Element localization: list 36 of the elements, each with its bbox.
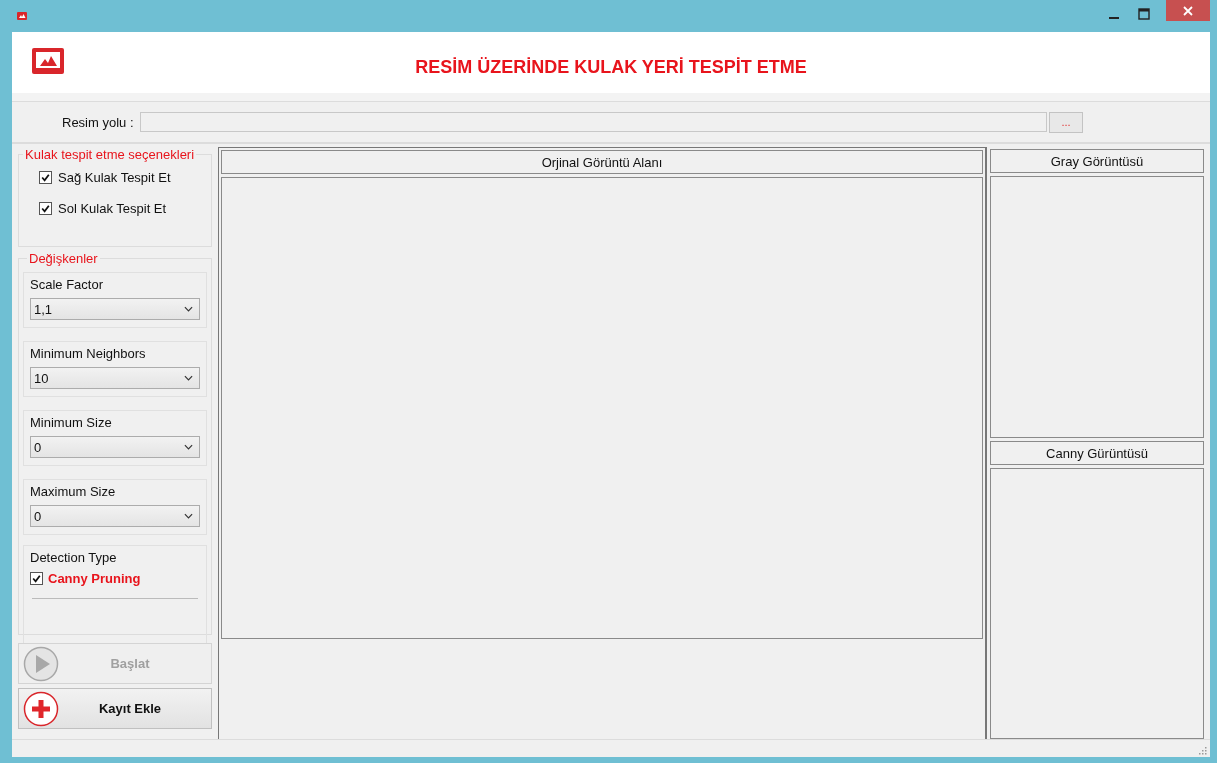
field-label: Minimum Size	[30, 415, 113, 430]
checkbox[interactable]	[30, 572, 43, 585]
field-label: Detection Type	[30, 550, 118, 565]
dropdown[interactable]: 10	[30, 367, 200, 389]
checkbox[interactable]	[39, 171, 52, 184]
maximize-icon[interactable]	[1138, 8, 1150, 20]
form-title: RESİM ÜZERİNDE KULAK YERİ TESPİT ETME	[414, 57, 808, 78]
resize-grip-icon	[1199, 747, 1207, 755]
chevron-icon	[184, 513, 193, 519]
dropdown[interactable]: 1,1	[30, 298, 200, 320]
panel-header: Orjinal Görüntü Alanı	[221, 150, 983, 174]
plus-icon	[23, 690, 59, 727]
chevron-icon	[184, 375, 193, 381]
checkbox[interactable]	[39, 202, 52, 215]
path-label: Resim yolu :	[62, 114, 135, 130]
field-label: Maximum Size	[30, 484, 117, 499]
dropdown[interactable]: 0	[30, 436, 200, 458]
browse-button[interactable]: ...	[1049, 111, 1083, 133]
dropdown[interactable]: 0	[30, 505, 200, 527]
chevron-icon	[184, 444, 193, 450]
play-icon	[23, 645, 59, 682]
checkbox-label: Sağ Kulak Tespit Et	[58, 170, 171, 185]
app-icon	[17, 12, 27, 20]
group-title: Değişkenler	[28, 251, 99, 266]
checkbox-label: Canny Pruning	[48, 571, 141, 586]
panel-header: Gray Görüntüsü	[990, 149, 1204, 173]
chevron-icon	[184, 306, 193, 312]
close-icon	[1183, 5, 1193, 16]
add-record-button[interactable]: Kayıt Ekle	[18, 688, 212, 729]
field-label: Minimum Neighbors	[30, 346, 147, 361]
panel-header: Canny Gürüntüsü	[990, 441, 1204, 465]
field-label: Scale Factor	[30, 277, 104, 292]
path-field[interactable]	[140, 112, 1047, 132]
group-title: Kulak tespit etme seçenekleri	[24, 147, 196, 162]
checkbox-label: Sol Kulak Tespit Et	[58, 201, 167, 216]
close-button[interactable]	[1166, 0, 1210, 21]
